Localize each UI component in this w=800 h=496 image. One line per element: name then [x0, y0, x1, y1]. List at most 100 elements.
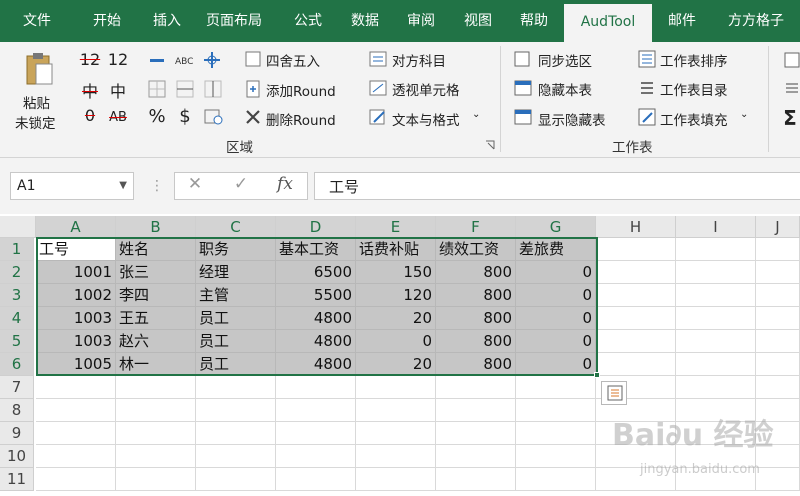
cell-F2[interactable]: 800	[436, 261, 516, 284]
row-header-10[interactable]: 10	[0, 445, 34, 468]
cell-F3[interactable]: 800	[436, 284, 516, 307]
cell-F11[interactable]	[436, 468, 516, 491]
cell-H1[interactable]	[596, 238, 676, 261]
cell-F9[interactable]	[436, 422, 516, 445]
cell-C9[interactable]	[196, 422, 276, 445]
cell-J4[interactable]	[756, 307, 800, 330]
cell-H6[interactable]	[596, 353, 676, 376]
cell-A2[interactable]: 1001	[36, 261, 116, 284]
column-header-G[interactable]: G	[516, 216, 596, 238]
column-header-A[interactable]: A	[36, 216, 116, 238]
row-header-3[interactable]: 3	[0, 284, 34, 307]
tab-3[interactable]: 页面布局	[198, 0, 270, 42]
formula-input[interactable]: 工号	[314, 172, 800, 200]
cell-H5[interactable]	[596, 330, 676, 353]
border-grid-icon[interactable]	[204, 80, 222, 98]
cell-A10[interactable]	[36, 445, 116, 468]
cell-E3[interactable]: 120	[356, 284, 436, 307]
cell-B1[interactable]: 姓名	[116, 238, 196, 261]
cell-G5[interactable]: 0	[516, 330, 596, 353]
column-header-J[interactable]: J	[756, 216, 800, 238]
cell-E5[interactable]: 0	[356, 330, 436, 353]
cell-B7[interactable]	[116, 376, 196, 399]
tab-8[interactable]: 帮助	[508, 0, 560, 42]
cell-J5[interactable]	[756, 330, 800, 353]
border-all-icon[interactable]	[148, 80, 166, 98]
cell-C5[interactable]: 员工	[196, 330, 276, 353]
column-header-F[interactable]: F	[436, 216, 516, 238]
cell-G10[interactable]	[516, 445, 596, 468]
cell-B9[interactable]	[116, 422, 196, 445]
cell-G9[interactable]	[516, 422, 596, 445]
column-header-E[interactable]: E	[356, 216, 436, 238]
row-header-9[interactable]: 9	[0, 422, 34, 445]
tab-4[interactable]: 公式	[282, 0, 334, 42]
cell-F7[interactable]	[436, 376, 516, 399]
cell-I4[interactable]	[676, 307, 756, 330]
row-header-6[interactable]: 6	[0, 353, 34, 376]
tab-0[interactable]: 文件	[4, 0, 70, 42]
cell-A4[interactable]: 1003	[36, 307, 116, 330]
row-header-4[interactable]: 4	[0, 307, 34, 330]
cell-E9[interactable]	[356, 422, 436, 445]
cell-H2[interactable]	[596, 261, 676, 284]
cell-F1[interactable]: 绩效工资	[436, 238, 516, 261]
select-all-corner[interactable]	[0, 216, 36, 238]
cell-D1[interactable]: 基本工资	[276, 238, 356, 261]
cell-C6[interactable]: 员工	[196, 353, 276, 376]
dialog-launcher-icon[interactable]	[485, 140, 495, 150]
cell-C3[interactable]: 主管	[196, 284, 276, 307]
column-header-B[interactable]: B	[116, 216, 196, 238]
cell-E2[interactable]: 150	[356, 261, 436, 284]
cell-J11[interactable]	[756, 468, 800, 491]
cell-G4[interactable]: 0	[516, 307, 596, 330]
dollar-button[interactable]: $	[174, 106, 196, 127]
paste-unlocked-button[interactable]: 粘贴 未锁定	[10, 46, 66, 132]
cell-D2[interactable]: 6500	[276, 261, 356, 284]
cell-G3[interactable]: 0	[516, 284, 596, 307]
column-header-H[interactable]: H	[596, 216, 676, 238]
cell-B8[interactable]	[116, 399, 196, 422]
int-restore-button[interactable]: 12	[106, 50, 130, 69]
cell-F10[interactable]	[436, 445, 516, 468]
cancel-icon[interactable]: ✕	[184, 174, 206, 194]
percent-button[interactable]: %	[146, 106, 168, 127]
column-header-D[interactable]: D	[276, 216, 356, 238]
column-header-C[interactable]: C	[196, 216, 276, 238]
move-icon[interactable]	[202, 50, 222, 70]
cell-D10[interactable]	[276, 445, 356, 468]
cell-B5[interactable]: 赵六	[116, 330, 196, 353]
tab-2[interactable]: 插入	[140, 0, 194, 42]
abc-icon[interactable]: ABC	[174, 52, 196, 68]
cell-E11[interactable]	[356, 468, 436, 491]
cell-I5[interactable]	[676, 330, 756, 353]
cell-D4[interactable]: 4800	[276, 307, 356, 330]
cell-C11[interactable]	[196, 468, 276, 491]
cell-G6[interactable]: 0	[516, 353, 596, 376]
cell-G7[interactable]	[516, 376, 596, 399]
cell-G11[interactable]	[516, 468, 596, 491]
cell-C10[interactable]	[196, 445, 276, 468]
cell-F6[interactable]: 800	[436, 353, 516, 376]
sigma-button[interactable]: Σ	[780, 106, 800, 130]
cell-F8[interactable]	[436, 399, 516, 422]
cell-D8[interactable]	[276, 399, 356, 422]
cell-A9[interactable]	[36, 422, 116, 445]
icon-right-edge[interactable]	[784, 52, 800, 68]
int-button[interactable]: 12	[78, 50, 102, 69]
border-inner-icon[interactable]	[176, 80, 194, 98]
cell-A5[interactable]: 1003	[36, 330, 116, 353]
cell-C8[interactable]	[196, 399, 276, 422]
cn-remove-button[interactable]: 中	[78, 78, 102, 102]
quick-analysis-button[interactable]	[601, 381, 627, 405]
cn-button[interactable]: 中	[106, 78, 130, 102]
cell-J6[interactable]	[756, 353, 800, 376]
cell-I1[interactable]	[676, 238, 756, 261]
tab-5[interactable]: 数据	[340, 0, 390, 42]
cell-F4[interactable]: 800	[436, 307, 516, 330]
cell-G1[interactable]: 差旅费	[516, 238, 596, 261]
cell-J3[interactable]	[756, 284, 800, 307]
minus-icon[interactable]	[148, 52, 166, 68]
cell-A1[interactable]: 工号	[36, 238, 116, 261]
row-header-5[interactable]: 5	[0, 330, 34, 353]
